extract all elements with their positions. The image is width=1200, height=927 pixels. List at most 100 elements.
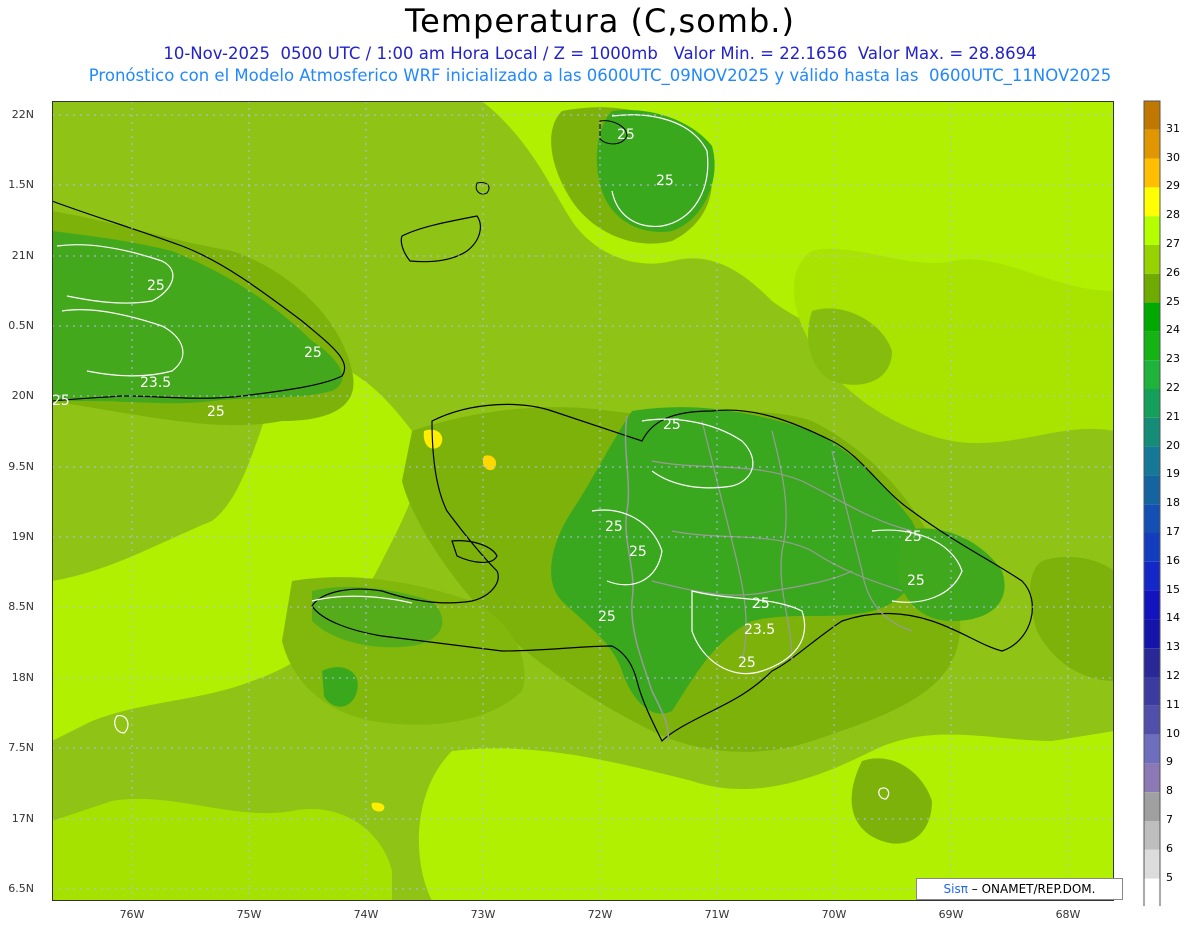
colorbar-swatch <box>1144 619 1160 649</box>
contour-label: 25 <box>907 573 925 589</box>
lat-label: 22N <box>11 108 34 121</box>
lat-label: 20N <box>11 389 34 402</box>
contour-label: 25 <box>752 596 770 612</box>
colorbar-swatch <box>1144 849 1160 879</box>
lat-label: 17N <box>11 812 34 825</box>
map-title: Temperatura (C,somb.) <box>405 2 795 40</box>
colorbar-swatch <box>1144 475 1160 505</box>
lat-label: 1.5N <box>8 178 34 191</box>
colorbar-tick-label: 23 <box>1166 352 1180 366</box>
lat-label: 0.5N <box>8 319 34 332</box>
colorbar-tick-label: 26 <box>1166 265 1180 279</box>
colorbar-swatch <box>1144 101 1160 130</box>
colorbar-tick-label: 21 <box>1166 409 1180 423</box>
lon-label: 72W <box>587 908 613 921</box>
colorbar-swatch <box>1144 792 1160 821</box>
contour-label: 25 <box>663 417 681 433</box>
subtitle-valid-time: 10-Nov-2025 0500 UTC / 1:00 am Hora Loca… <box>163 44 1037 63</box>
contour-label: 25 <box>617 127 635 143</box>
colorbar-swatch <box>1144 590 1160 620</box>
contour-label: 25 <box>598 609 616 625</box>
lon-label: 76W <box>119 908 145 921</box>
colorbar-swatch <box>1144 504 1160 533</box>
colorbar-swatch <box>1144 878 1160 906</box>
colorbar-swatch <box>1144 331 1160 361</box>
colorbar-tick-label: 5 <box>1166 870 1173 884</box>
colorbar-tick-label: 16 <box>1166 553 1180 567</box>
colorbar-tick-label: 15 <box>1166 582 1180 596</box>
contour-label: 25 <box>629 544 647 560</box>
colorbar-swatch <box>1144 216 1160 245</box>
colorbar-tick-label: 6 <box>1166 841 1173 855</box>
colorbar-tick-label: 29 <box>1166 179 1180 193</box>
lon-label: 73W <box>470 908 496 921</box>
colorbar-tick-label: 30 <box>1166 150 1180 164</box>
colorbar-swatch <box>1144 734 1160 764</box>
lat-label: 21N <box>11 249 34 262</box>
colorbar-swatch <box>1144 821 1160 850</box>
colorbar-tick-label: 27 <box>1166 237 1180 250</box>
contour-label: 23.5 <box>140 375 171 391</box>
lon-label: 70W <box>821 908 847 921</box>
colorbar-swatch <box>1144 763 1160 793</box>
lon-label: 74W <box>353 908 379 921</box>
colorbar-tick-label: 14 <box>1166 611 1180 625</box>
lat-label: 6.5N <box>8 882 34 895</box>
colorbar-tick-label: 7 <box>1166 813 1173 826</box>
contour-label: 25 <box>738 655 756 671</box>
contour-label: 25 <box>904 529 922 545</box>
colorbar-swatch <box>1144 446 1160 476</box>
colorbar-swatch <box>1144 302 1160 332</box>
colorbar-tick-label: 22 <box>1166 381 1180 394</box>
colorbar-tick-label: 9 <box>1166 755 1173 769</box>
colorbar-tick-label: 31 <box>1166 121 1180 135</box>
sis-logo: Sisπ <box>943 882 968 896</box>
colorbar-swatch <box>1144 273 1160 303</box>
lon-label: 75W <box>236 908 262 921</box>
contour-label: 23.5 <box>744 622 775 638</box>
colorbar-tick-label: 25 <box>1166 294 1180 308</box>
lat-label: 8.5N <box>8 600 34 613</box>
colorbar <box>1143 100 1161 906</box>
colorbar-swatch <box>1144 158 1160 188</box>
colorbar-tick-label: 24 <box>1166 323 1180 337</box>
lat-label: 9.5N <box>8 460 34 473</box>
colorbar-swatch <box>1144 187 1160 217</box>
lat-label: 19N <box>11 530 34 543</box>
contour-label: 25 <box>304 345 322 361</box>
colorbar-tick-label: 11 <box>1166 697 1180 711</box>
colorbar-tick-label: 17 <box>1166 525 1180 538</box>
contour-label: 25 <box>605 519 623 535</box>
contour-label: 25 <box>147 278 165 294</box>
contour-label: 25 <box>656 173 674 189</box>
colorbar-tick-label: 13 <box>1166 640 1180 654</box>
credit-box: Sisπ – ONAMET/REP.DOM. <box>916 878 1123 900</box>
colorbar-tick-label: 19 <box>1166 467 1180 481</box>
colorbar-tick-label: 10 <box>1166 726 1180 740</box>
subtitle-model-info: Pronóstico con el Modelo Atmosferico WRF… <box>88 66 1112 85</box>
colorbar-tick-label: 20 <box>1166 438 1180 452</box>
credit-text: – ONAMET/REP.DOM. <box>971 882 1096 896</box>
colorbar-swatch <box>1144 360 1160 389</box>
contour-label: 25 <box>207 404 225 420</box>
colorbar-tick-label: 12 <box>1166 669 1180 682</box>
colorbar-tick-label: 28 <box>1166 208 1180 222</box>
colorbar-swatch <box>1144 389 1160 418</box>
colorbar-tick-label: 18 <box>1166 496 1180 510</box>
colorbar-tick-label: 8 <box>1166 784 1173 798</box>
lat-label: 18N <box>11 671 34 684</box>
lat-label: 7.5N <box>8 741 34 754</box>
colorbar-swatch <box>1144 561 1160 591</box>
temperature-map: 25 25 25 25 23.5 25 25 25 25 25 25 25 25… <box>52 101 1114 901</box>
lon-label: 71W <box>704 908 730 921</box>
colorbar-swatch <box>1144 677 1160 706</box>
colorbar-swatch <box>1144 533 1160 562</box>
colorbar-swatch <box>1144 705 1160 735</box>
colorbar-swatch <box>1144 245 1160 274</box>
lon-label: 68W <box>1055 908 1081 921</box>
colorbar-swatch <box>1144 129 1160 159</box>
colorbar-swatch <box>1144 417 1160 447</box>
contour-label: 25 <box>52 393 70 409</box>
lon-label: 69W <box>938 908 964 921</box>
colorbar-swatch <box>1144 648 1160 677</box>
